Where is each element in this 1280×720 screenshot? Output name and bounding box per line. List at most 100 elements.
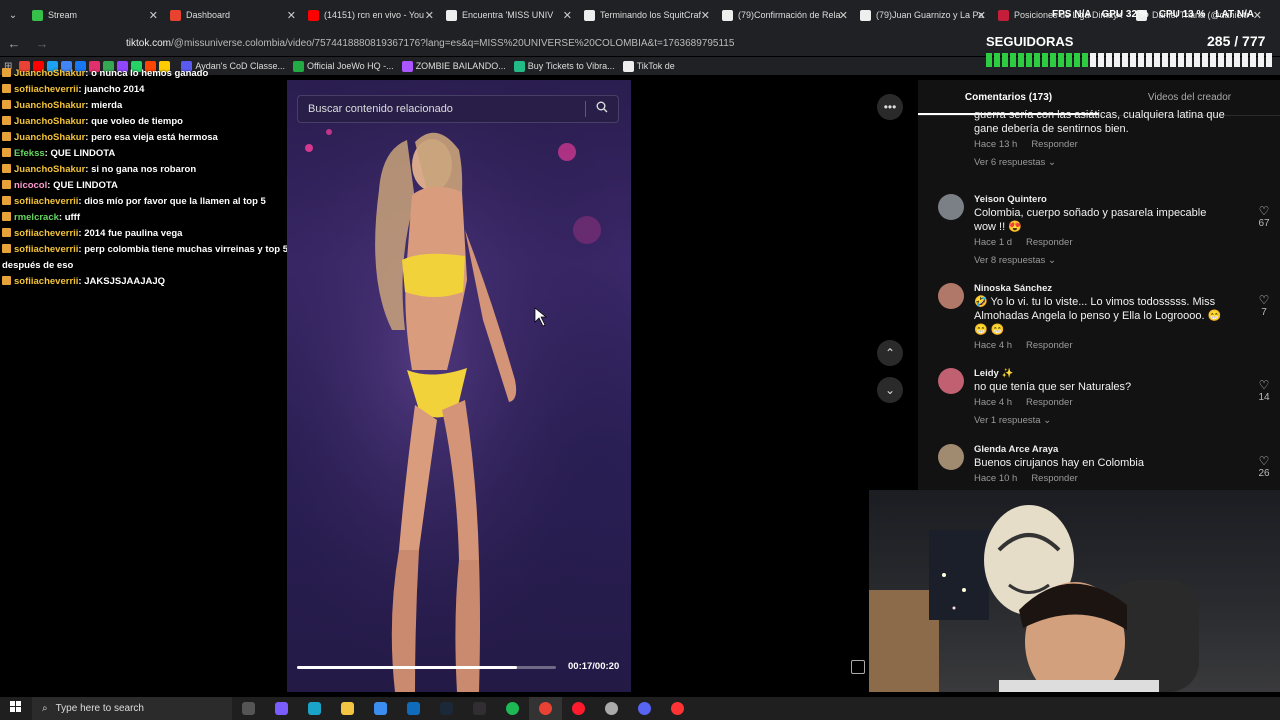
meter-segment	[1066, 53, 1072, 67]
chat-username[interactable]: Efekss	[14, 148, 45, 159]
browser-tab[interactable]: Stream ✕	[26, 0, 164, 30]
spotify-icon[interactable]	[496, 697, 529, 720]
taskbar-search-field[interactable]: ⌕ Type here to search	[32, 697, 232, 720]
chat-text: o nunca lo hemos ganado	[91, 68, 209, 79]
chat-username[interactable]: JuanchoShakur	[14, 116, 85, 127]
comment-author[interactable]: Leidy ✨	[974, 368, 1226, 380]
store-icon[interactable]	[364, 697, 397, 720]
windows-start-icon[interactable]	[0, 700, 32, 718]
tab-close-icon[interactable]: ✕	[425, 9, 434, 22]
comment-author[interactable]: Yeison Quintero	[974, 194, 1226, 206]
view-replies-button[interactable]: Ver 6 respuestas ⌄	[974, 157, 1226, 168]
meter-segment	[1050, 53, 1056, 67]
view-replies-button[interactable]: Ver 8 respuestas ⌄	[974, 255, 1226, 266]
recorder-icon[interactable]	[661, 697, 694, 720]
url-field[interactable]: tiktok.com/@missuniverse.colombia/video/…	[126, 38, 734, 49]
browser-tab[interactable]: (14151) rcn en vivo - You ✕	[302, 0, 440, 30]
chat-username[interactable]: nicocol	[14, 180, 47, 191]
chat-message: JuanchoShakur: mierda	[0, 98, 290, 114]
more-options-icon[interactable]: •••	[877, 94, 903, 120]
chevron-down-icon: ⌄	[1047, 255, 1056, 266]
tab-close-icon[interactable]: ✕	[1253, 9, 1262, 22]
chat-username[interactable]: rmelcrack	[14, 212, 59, 223]
tab-search-chevron-icon[interactable]: ⌄	[0, 10, 26, 21]
bookmark-item[interactable]: TikTok de	[622, 60, 675, 72]
avatar[interactable]	[938, 194, 964, 220]
reply-button[interactable]: Responder	[1031, 139, 1077, 150]
tab-close-icon[interactable]: ✕	[563, 9, 572, 22]
avatar[interactable]	[938, 444, 964, 470]
like-button[interactable]: ♡ 14	[1254, 378, 1274, 403]
meter-segment	[986, 53, 992, 67]
meter-segment	[1178, 53, 1184, 67]
reply-button[interactable]: Responder	[1026, 397, 1072, 408]
comment-author[interactable]: Glenda Arce Araya	[974, 444, 1226, 456]
chat-username[interactable]: JuanchoShakur	[14, 100, 85, 111]
tab-close-icon[interactable]: ✕	[701, 9, 710, 22]
view-replies-button[interactable]: Ver 1 respuesta ⌄	[974, 415, 1226, 426]
bookmark-item[interactable]: ZOMBIE BAILANDO...	[401, 60, 506, 72]
chat-message: nicocol: QUE LINDOTA	[0, 178, 290, 194]
chat-message: JuanchoShakur: pero esa vieja está hermo…	[0, 130, 290, 146]
video-progress-bar[interactable]	[297, 666, 556, 669]
meter-segment	[1002, 53, 1008, 67]
chat-username[interactable]: sofiiacheverrii	[14, 276, 78, 287]
chrome-icon[interactable]	[529, 697, 562, 720]
like-button[interactable]: ♡ 26	[1254, 454, 1274, 479]
chat-message: JuanchoShakur: si no gana nos robaron	[0, 162, 290, 178]
chat-message: JuanchoShakur: o nunca lo hemos ganado	[0, 66, 290, 82]
task-view-icon[interactable]	[232, 697, 265, 720]
reply-button[interactable]: Responder	[1026, 340, 1072, 351]
meter-segment	[1138, 53, 1144, 67]
avatar[interactable]	[938, 368, 964, 394]
bookmark-item[interactable]: Buy Tickets to Vibra...	[513, 60, 615, 72]
chevron-down-icon: ⌄	[1047, 157, 1056, 168]
chat-username[interactable]: JuanchoShakur	[14, 132, 85, 143]
chat-username[interactable]: sofiiacheverrii	[14, 84, 78, 95]
file-explorer-icon[interactable]	[331, 697, 364, 720]
comment-author[interactable]: Ninoska Sánchez	[974, 283, 1226, 295]
discord-icon[interactable]	[628, 697, 661, 720]
chat-username[interactable]: sofiiacheverrii	[14, 228, 78, 239]
back-button[interactable]: ←	[0, 36, 28, 51]
video-player[interactable]	[287, 80, 631, 692]
copilot-icon[interactable]	[265, 697, 298, 720]
browser-tab[interactable]: Encuentra 'MISS UNIV ✕	[440, 0, 578, 30]
chat-username[interactable]: JuanchoShakur	[14, 68, 85, 79]
avatar[interactable]	[938, 283, 964, 309]
opera-icon[interactable]	[562, 697, 595, 720]
reply-button[interactable]: Responder	[1026, 237, 1072, 248]
reply-button[interactable]: Responder	[1031, 473, 1077, 484]
tab-title: (79)Juan Guarnizo y La Pa	[876, 10, 984, 20]
browser-tab[interactable]: (79)Juan Guarnizo y La Pa ✕	[854, 0, 992, 30]
chat-badge-icon	[2, 228, 11, 237]
bookmark-item[interactable]: Official JoeWo HQ -...	[292, 60, 394, 72]
outlook-icon[interactable]	[397, 697, 430, 720]
search-icon[interactable]	[586, 100, 618, 118]
edge-icon[interactable]	[298, 697, 331, 720]
previous-video-chevron-up-icon[interactable]: ⌃	[877, 340, 903, 366]
bookmark-label: Buy Tickets to Vibra...	[527, 61, 615, 71]
browser-tab[interactable]: Terminando los SquitCraf ✕	[578, 0, 716, 30]
chat-username[interactable]: sofiiacheverrii	[14, 244, 78, 255]
picture-in-picture-icon[interactable]	[851, 660, 865, 674]
like-button[interactable]: ♡ 7	[1254, 293, 1274, 318]
steam-icon[interactable]	[430, 697, 463, 720]
obs-icon[interactable]	[463, 697, 496, 720]
tab-close-icon[interactable]: ✕	[287, 9, 296, 22]
tab-close-icon[interactable]: ✕	[839, 9, 848, 22]
like-button[interactable]: ♡ 67	[1254, 204, 1274, 229]
comment-body: Glenda Arce Araya Buenos cirujanos hay en…	[974, 444, 1226, 484]
next-video-chevron-down-icon[interactable]: ⌄	[877, 377, 903, 403]
chat-username[interactable]: sofiiacheverrii	[14, 196, 78, 207]
app-icon[interactable]	[595, 697, 628, 720]
chat-username[interactable]: JuanchoShakur	[14, 164, 85, 175]
related-search-bar[interactable]: Buscar contenido relacionado	[297, 95, 619, 123]
tab-close-icon[interactable]: ✕	[977, 9, 986, 22]
browser-tab[interactable]: Dashboard ✕	[164, 0, 302, 30]
tab-close-icon[interactable]: ✕	[149, 9, 158, 22]
comment-body: Leidy ✨ no que tenía que ser Naturales? Ha…	[974, 368, 1226, 426]
url-path: /@missuniverse.colombia/video/7574418880…	[171, 37, 735, 49]
browser-tab[interactable]: (79)Confirmación de Rela ✕	[716, 0, 854, 30]
forward-button[interactable]: →	[28, 36, 56, 51]
